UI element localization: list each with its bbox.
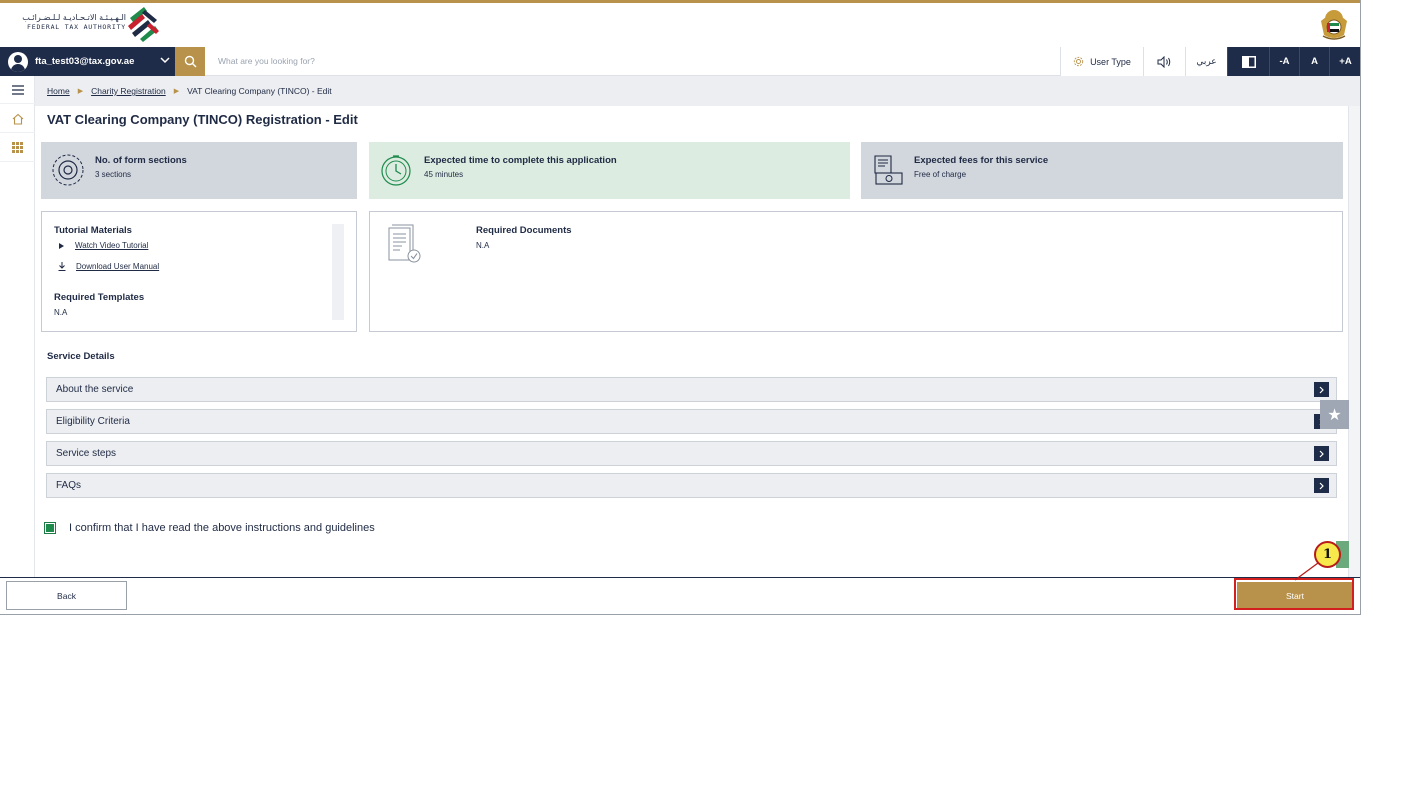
chevron-right-icon[interactable] (1314, 478, 1329, 493)
gear-icon (1073, 56, 1084, 67)
breadcrumb-separator-icon: ▶ (77, 88, 84, 95)
form-sections-card: No. of form sections 3 sections (41, 142, 357, 199)
expected-time-title: Expected time to complete this applicati… (424, 155, 617, 166)
font-normal-button[interactable]: A (1299, 47, 1329, 76)
uae-emblem-icon (1321, 10, 1347, 40)
accordion-eligibility-criteria[interactable]: Eligibility Criteria (46, 409, 1337, 434)
play-icon (59, 242, 64, 249)
grid-apps-icon (12, 142, 23, 153)
gear-sections-icon (52, 154, 84, 186)
contrast-icon (1241, 55, 1256, 68)
expected-fees-card: Expected fees for this service Free of c… (861, 142, 1343, 199)
invoice-money-icon (874, 155, 903, 185)
user-email: fta_test03@tax.gov.ae (35, 56, 135, 67)
required-documents-title: Required Documents (476, 225, 572, 236)
form-sections-value: 3 sections (95, 170, 132, 179)
arabic-language-label: عربي (1196, 56, 1217, 67)
download-user-manual-link[interactable]: Download User Manual (58, 262, 159, 271)
documents-check-icon (388, 224, 421, 263)
download-user-manual-label: Download User Manual (76, 262, 160, 271)
contrast-toggle-button[interactable] (1227, 47, 1269, 76)
watch-video-tutorial-label: Watch Video Tutorial (75, 241, 149, 250)
checkbox-checked-mark (46, 524, 54, 532)
user-type-button[interactable]: User Type (1060, 47, 1143, 76)
arabic-language-button[interactable]: عربي (1185, 47, 1227, 76)
page-scrollbar[interactable] (1348, 106, 1360, 577)
expected-time-card: Expected time to complete this applicati… (369, 142, 850, 199)
accordion-service-steps[interactable]: Service steps (46, 441, 1337, 466)
breadcrumb: Home ▶ Charity Registration ▶ VAT Cleari… (35, 76, 1360, 106)
logo-arabic-text: الـهـيـئـة الاتـحـاديـة لـلـضـرائـب (22, 13, 126, 22)
search-button[interactable] (175, 47, 205, 76)
callout-number-badge: 1 (1314, 541, 1341, 568)
search-icon (184, 55, 196, 68)
expected-time-value: 45 minutes (424, 170, 464, 179)
accordion-label: About the service (56, 384, 134, 395)
top-navbar: fta_test03@tax.gov.ae User Type عربي -A … (0, 47, 1360, 76)
sidebar-apps-button[interactable] (0, 134, 35, 162)
tutorial-materials-title: Tutorial Materials (54, 225, 132, 236)
sidebar-home-button[interactable] (0, 105, 35, 133)
accordion-label: FAQs (56, 480, 82, 491)
hamburger-menu-icon (11, 84, 24, 95)
watch-video-tutorial-link[interactable]: Watch Video Tutorial (58, 241, 148, 250)
accordion-faqs[interactable]: FAQs (46, 473, 1337, 498)
speaker-icon (1157, 55, 1171, 68)
required-templates-title: Required Templates (54, 292, 145, 303)
breadcrumb-charity-link[interactable]: Charity Registration (91, 86, 166, 96)
app-window: الـهـيـئـة الاتـحـاديـة لـلـضـرائـب FEDE… (0, 0, 1361, 615)
accordion-about-the-service[interactable]: About the service (46, 377, 1337, 402)
breadcrumb-home-link[interactable]: Home (47, 86, 70, 96)
page-title: VAT Clearing Company (TINCO) Registratio… (47, 112, 358, 127)
clock-icon (381, 155, 411, 186)
user-avatar-icon (8, 51, 28, 72)
tutorial-materials-panel: Tutorial Materials Watch Video Tutorial … (41, 211, 357, 332)
user-type-label: User Type (1090, 56, 1131, 67)
service-details-title: Service Details (47, 351, 115, 362)
start-button[interactable]: Start (1237, 582, 1353, 609)
accordion-label: Eligibility Criteria (56, 416, 130, 427)
confirm-label: I confirm that I have read the above ins… (69, 522, 375, 534)
favorite-star-icon[interactable]: ★ (1320, 400, 1349, 429)
header: الـهـيـئـة الاتـحـاديـة لـلـضـرائـب FEDE… (0, 3, 1360, 47)
breadcrumb-current: VAT Clearing Company (TINCO) - Edit (187, 86, 332, 96)
user-menu[interactable]: fta_test03@tax.gov.ae (0, 47, 175, 76)
chevron-right-icon[interactable] (1314, 382, 1329, 397)
accordion-label: Service steps (56, 448, 117, 459)
search-field (205, 47, 1060, 76)
home-icon (12, 113, 23, 125)
confirm-instructions-row: I confirm that I have read the above ins… (44, 522, 375, 534)
chevron-right-icon[interactable] (1314, 446, 1329, 461)
confirm-checkbox[interactable] (44, 522, 56, 534)
font-increase-button[interactable]: +A (1329, 47, 1360, 76)
left-sidebar (0, 76, 35, 614)
back-button[interactable]: Back (6, 581, 127, 610)
required-templates-value: N.A (54, 308, 68, 317)
menu-toggle-button[interactable] (0, 76, 35, 104)
expected-fees-value: Free of charge (914, 170, 967, 179)
footer-actions: Back Start (0, 577, 1360, 614)
fta-logo-text[interactable]: الـهـيـئـة الاتـحـاديـة لـلـضـرائـب FEDE… (6, 13, 126, 32)
font-decrease-button[interactable]: -A (1269, 47, 1299, 76)
download-icon (58, 262, 66, 271)
form-sections-title: No. of form sections (95, 155, 187, 166)
expected-fees-title: Expected fees for this service (914, 155, 1049, 166)
tutorial-panel-scrollbar[interactable] (332, 224, 344, 320)
search-input[interactable] (205, 47, 1060, 75)
logo-english-text: FEDERAL TAX AUTHORITY (27, 23, 126, 31)
text-to-speech-button[interactable] (1143, 47, 1185, 76)
required-documents-panel: Required Documents N.A (369, 211, 1343, 332)
breadcrumb-separator-icon: ▶ (173, 88, 180, 95)
fta-logo-mark-icon[interactable] (123, 5, 161, 43)
required-documents-value: N.A (476, 241, 490, 250)
chevron-down-icon[interactable] (160, 55, 170, 65)
